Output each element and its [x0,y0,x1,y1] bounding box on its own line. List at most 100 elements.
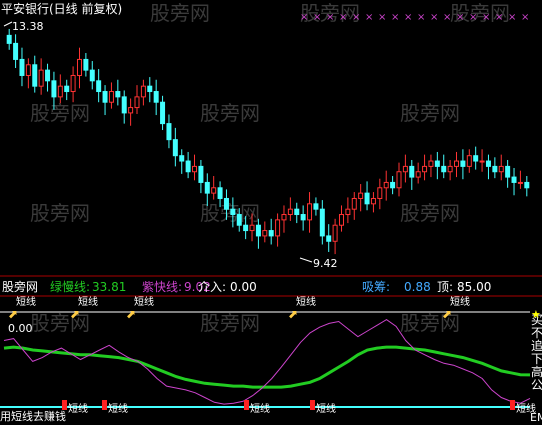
indicator-value: 33.81 [92,280,126,294]
candle-body [422,165,428,173]
candle-body [511,176,517,183]
candle-body [377,187,383,199]
signal-mark: × [456,12,464,23]
candle-body [185,160,191,173]
indicator-value: 85.00 [457,280,491,294]
candle-body [479,160,485,163]
indicator-brand: 股旁网 [2,279,38,294]
sell-arrow-icon: ⬈ [442,307,452,321]
buy-label: 短线 [516,402,536,415]
candle-body [307,203,313,221]
low-price-label: 9.42 [313,257,338,270]
watermark-text: 股旁网 [150,1,210,25]
candle-body [492,165,498,173]
candle-body [153,91,159,103]
candle-body [160,101,166,125]
watermark-text: 股旁网 [200,311,260,335]
sell-label: 短线 [134,295,154,308]
watermark-text: 股旁网 [200,101,260,125]
sell-arrow-icon: ⬈ [8,307,18,321]
candle-body [460,160,466,167]
indicator-label: 顶: [437,280,453,294]
sell-label: 短线 [296,295,316,308]
signal-mark: × [365,12,373,23]
candle-body [473,155,479,162]
candle-body [51,80,57,98]
watermark-text: 股旁网 [200,201,260,225]
candle-body [262,230,268,237]
signal-mark: × [378,12,386,23]
candle-body [313,203,319,210]
candle-body [121,96,127,114]
candle-body [108,91,114,103]
buy-bar [310,400,315,410]
candle-body [96,80,102,93]
signal-mark: × [300,12,308,23]
buy-label: 短线 [108,402,128,415]
candle-body [64,85,70,93]
bottom-left-label: 用短线去赚钱 [0,409,66,423]
signal-mark: × [495,12,503,23]
candle-body [198,165,204,183]
signal-mark: × [508,12,516,23]
chart-title: 平安银行(日线 前复权) [1,2,123,16]
indicator-label: 介入: [198,280,226,294]
candle-body [498,165,504,173]
candle-body [345,208,351,216]
candle-body [524,181,530,189]
buy-label: 短线 [316,402,336,415]
indicator-label: 绿慢线: [50,279,90,294]
sell-label: 短线 [78,295,98,308]
indicator-value: 0.00 [230,280,257,294]
candle-body [364,192,370,205]
sell-label: 短线 [16,295,36,308]
candle-body [351,197,357,210]
watermark-text: 股旁网 [30,201,90,225]
candle-body [192,165,198,173]
candle-body [249,224,255,232]
candle-body [243,224,249,232]
candle-body [128,107,134,114]
candle-body [211,187,217,194]
candle-body [70,74,76,93]
candle-body [287,208,293,216]
signal-mark: × [430,12,438,23]
sell-label: 短线 [450,295,470,308]
high-price-label: 13.38 [12,20,44,33]
candle-body [140,85,146,98]
signal-mark: × [326,12,334,23]
signal-mark: × [391,12,399,23]
series-line [3,345,531,389]
candle-body [147,85,153,93]
candle-body [83,58,89,71]
candle-body [223,197,229,210]
signal-mark: × [352,12,360,23]
candle-body [25,64,31,76]
candle-body [13,42,19,60]
candle-body [517,181,523,184]
chart-svg: 股旁网 股旁网 股旁网股旁网 股旁网 股旁网股旁网 股旁网 股旁网股旁网 股旁网 股旁网 × × ×… [0,1,542,424]
candle-body [338,214,344,226]
low-pointer [299,257,313,263]
candle-body [447,165,453,173]
candle-body [396,171,402,189]
candle-body [402,165,408,173]
candle-body [134,96,140,109]
candle-body [332,224,338,242]
candle-body [415,171,421,178]
candle-body [275,219,281,237]
candle-body [505,165,511,178]
chart-canvas: 股旁网 股旁网 股旁网 股旁网 股旁网 股旁网 股旁网 股旁网 股旁网 股旁网 股旁网 股旁网 × × ×… [0,0,542,425]
signal-mark: × [404,12,412,23]
sell-arrow-icon: ⬈ [126,307,136,321]
candle-body [370,197,376,205]
candle-body [466,155,472,167]
signal-mark: × [482,12,490,23]
watermark-text: 股旁网 [30,311,90,335]
buy-label: 短线 [68,402,88,415]
buy-bar [62,400,67,410]
right-side-label: 高 [531,364,542,379]
signal-mark: × [313,12,321,23]
indicator-value: 0.88 [404,280,431,294]
signal-mark: × [417,12,425,23]
